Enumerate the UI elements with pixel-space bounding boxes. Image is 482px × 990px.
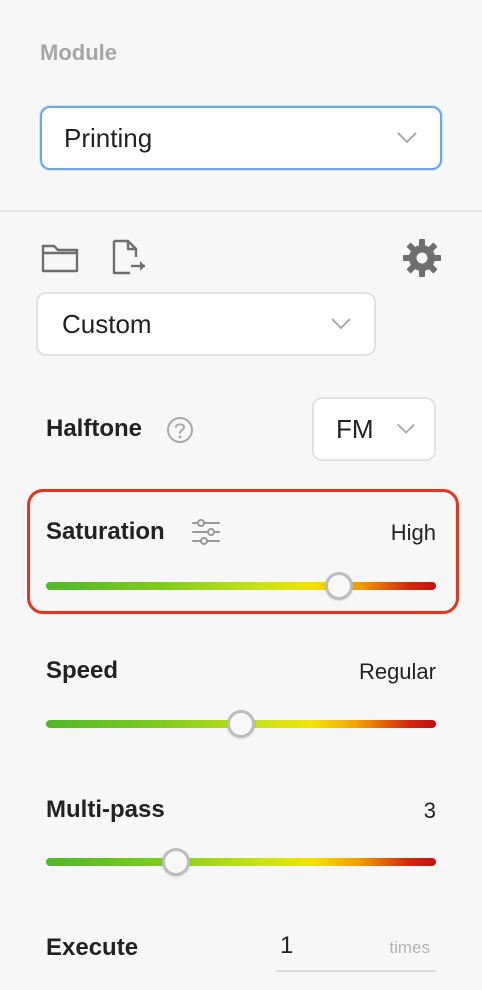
multipass-label: Multi-pass [46, 796, 165, 823]
module-select[interactable]: Printing [40, 106, 442, 170]
preset-select-value: Custom [62, 308, 152, 339]
execute-times-input[interactable]: 1 times [276, 928, 436, 972]
module-title: Module [40, 40, 117, 65]
execute-times-unit: times [389, 938, 430, 957]
halftone-select[interactable]: FM [312, 397, 436, 461]
halftone-select-value: FM [336, 413, 374, 444]
saturation-slider-thumb[interactable] [324, 572, 353, 600]
multipass-value: 3 [423, 798, 436, 823]
gear-icon[interactable] [402, 238, 442, 278]
execute-label: Execute [46, 934, 139, 961]
module-select-value: Printing [64, 122, 153, 153]
chevron-down-icon [331, 318, 351, 330]
preset-select[interactable]: Custom [36, 292, 376, 356]
section-divider [0, 210, 482, 212]
speed-slider-thumb[interactable] [227, 710, 255, 738]
help-icon[interactable] [166, 416, 194, 444]
saturation-value: High [390, 520, 436, 545]
multipass-slider-thumb[interactable] [161, 848, 190, 876]
sliders-icon[interactable] [190, 518, 222, 546]
speed-label: Speed [46, 657, 119, 684]
saturation-slider-track[interactable] [46, 582, 436, 590]
export-file-icon[interactable] [110, 238, 148, 276]
saturation-highlight-box [27, 489, 459, 614]
execute-times-value: 1 [280, 932, 294, 959]
multipass-slider-track[interactable] [46, 858, 436, 866]
halftone-label: Halftone [46, 415, 142, 442]
chevron-down-icon [397, 423, 415, 434]
chevron-down-icon [397, 132, 417, 144]
saturation-label: Saturation [46, 518, 165, 545]
folder-icon[interactable] [40, 240, 80, 274]
speed-value: Regular [358, 659, 436, 684]
